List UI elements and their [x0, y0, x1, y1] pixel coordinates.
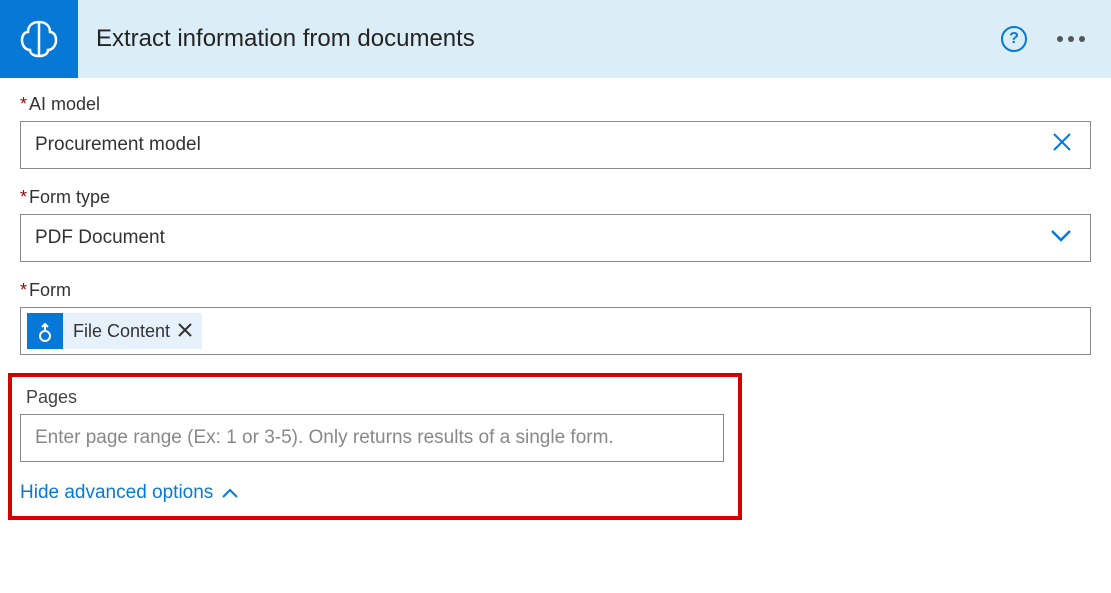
ai-model-input[interactable]: Procurement model	[20, 121, 1091, 169]
card-header: Extract information from documents ?	[0, 0, 1111, 78]
more-menu-icon[interactable]	[1057, 36, 1085, 42]
clear-icon[interactable]	[1048, 128, 1076, 162]
ai-model-field: *AI model Procurement model	[20, 94, 1091, 169]
header-actions: ?	[1001, 26, 1111, 52]
ai-model-label: *AI model	[20, 94, 1091, 115]
form-type-dropdown[interactable]: PDF Document	[20, 214, 1091, 262]
form-field: *Form File Content	[20, 280, 1091, 355]
chevron-down-icon[interactable]	[1046, 223, 1076, 253]
ai-brain-icon	[16, 16, 62, 62]
card-body: *AI model Procurement model *Form type P…	[0, 78, 1111, 520]
token-remove-icon[interactable]	[178, 321, 192, 342]
advanced-link-label: Hide advanced options	[20, 482, 213, 504]
pages-input[interactable]	[20, 414, 724, 462]
form-type-value: PDF Document	[35, 227, 1046, 249]
help-icon[interactable]: ?	[1001, 26, 1027, 52]
form-type-field: *Form type PDF Document	[20, 187, 1091, 262]
pages-label: Pages	[26, 387, 724, 408]
connector-icon	[0, 0, 78, 78]
chevron-up-icon	[221, 487, 239, 499]
file-content-icon	[27, 313, 63, 349]
dynamic-content-token[interactable]: File Content	[27, 313, 202, 349]
form-input[interactable]: File Content	[20, 307, 1091, 355]
card-title: Extract information from documents	[96, 25, 1001, 53]
hide-advanced-options-link[interactable]: Hide advanced options	[20, 482, 239, 504]
form-label: *Form	[20, 280, 1091, 301]
ai-model-value: Procurement model	[35, 134, 1048, 156]
form-type-label: *Form type	[20, 187, 1091, 208]
token-label: File Content	[73, 321, 170, 342]
pages-highlight: Pages Hide advanced options	[8, 373, 742, 520]
